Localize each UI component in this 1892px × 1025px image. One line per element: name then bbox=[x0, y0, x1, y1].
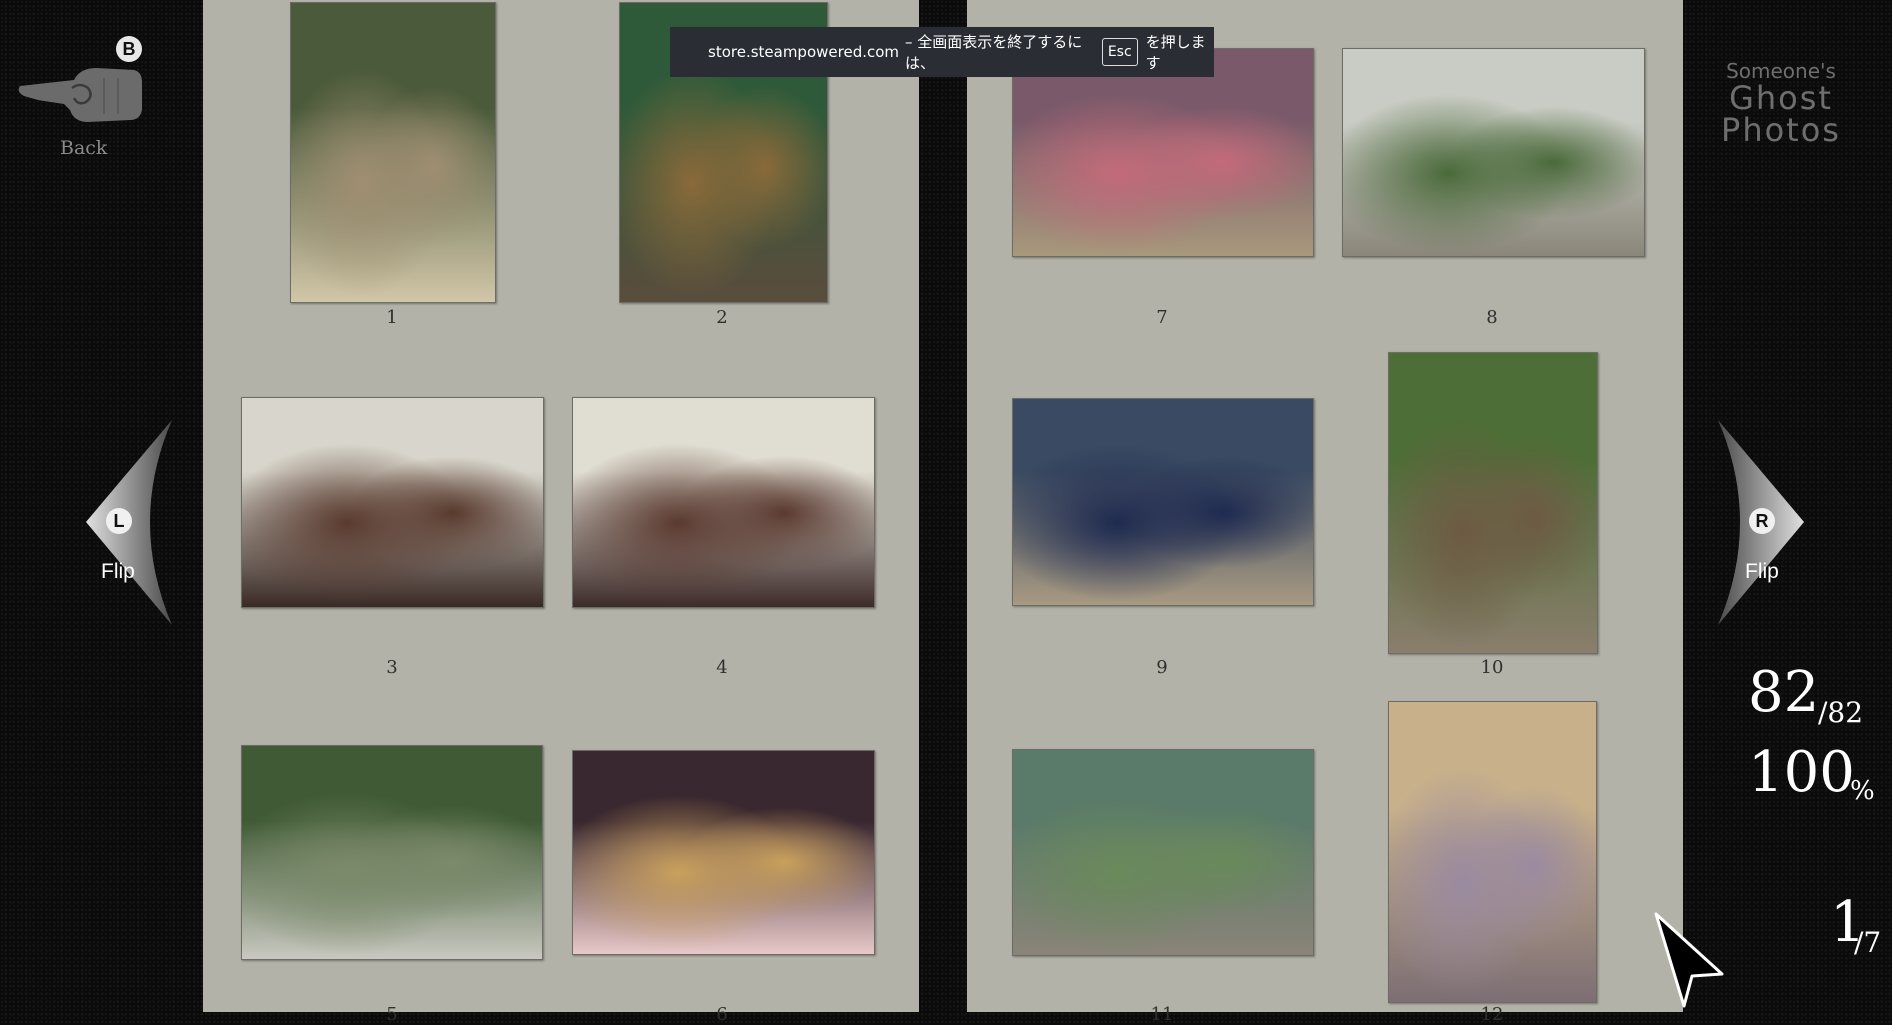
photo-9[interactable] bbox=[1012, 398, 1314, 606]
percent-sign: % bbox=[1850, 776, 1875, 806]
photo-number-5: 5 bbox=[386, 1004, 398, 1025]
photo-number-4: 4 bbox=[716, 657, 728, 678]
toast-after-key: を押します bbox=[1145, 33, 1206, 72]
toast-before-key: – 全画面表示を終了するには、 bbox=[905, 33, 1083, 72]
flip-right-label: Flip bbox=[1745, 560, 1779, 583]
photo-12[interactable] bbox=[1388, 701, 1597, 1003]
percent-value: 100 bbox=[1748, 740, 1855, 805]
r-button-badge: R bbox=[1749, 508, 1775, 534]
album-page-right: 7 8 9 10 11 12 bbox=[967, 0, 1683, 1025]
page-total: /7 bbox=[1854, 926, 1882, 959]
photo-6[interactable] bbox=[572, 750, 875, 955]
flip-left-label: Flip bbox=[101, 560, 135, 583]
logo-line-2: Ghost bbox=[1729, 79, 1833, 117]
photo-count-value: 82 bbox=[1748, 660, 1820, 725]
back-button[interactable]: B Back bbox=[16, 36, 146, 166]
photo-number-9: 9 bbox=[1156, 657, 1168, 678]
logo-line-3: Photos bbox=[1721, 111, 1841, 149]
photo-4[interactable] bbox=[572, 397, 875, 608]
photo-number-1: 1 bbox=[386, 307, 398, 328]
game-logo: Someone's Ghost Photos bbox=[1706, 60, 1856, 146]
fullscreen-exit-notice: store.steampowered.com – 全画面表示を終了するには、 E… bbox=[670, 27, 1214, 77]
cursor-icon bbox=[1654, 912, 1724, 1008]
photo-number-6: 6 bbox=[716, 1004, 728, 1025]
photo-count-total: /82 bbox=[1818, 696, 1864, 729]
photo-number-3: 3 bbox=[386, 657, 398, 678]
photo-number-2: 2 bbox=[716, 307, 728, 328]
photo-5[interactable] bbox=[241, 745, 543, 960]
photo-3[interactable] bbox=[241, 397, 544, 608]
photo-number-11: 11 bbox=[1150, 1004, 1174, 1025]
photo-1[interactable] bbox=[290, 2, 496, 303]
album-page-left: 1 2 3 4 5 6 bbox=[203, 0, 919, 1025]
photo-11[interactable] bbox=[1012, 749, 1314, 956]
flip-left-button[interactable]: L Flip bbox=[86, 420, 176, 625]
back-label: Back bbox=[60, 137, 108, 159]
photo-number-12: 12 bbox=[1480, 1004, 1504, 1025]
flip-right-button[interactable]: R Flip bbox=[1714, 420, 1804, 625]
photo-10[interactable] bbox=[1388, 352, 1598, 654]
photo-8[interactable] bbox=[1342, 48, 1645, 257]
esc-key: Esc bbox=[1101, 38, 1138, 66]
b-button-badge: B bbox=[116, 36, 142, 62]
photo-7[interactable] bbox=[1012, 48, 1314, 257]
photo-number-7: 7 bbox=[1156, 307, 1168, 328]
photo-number-10: 10 bbox=[1480, 657, 1504, 678]
photo-number-8: 8 bbox=[1486, 307, 1498, 328]
l-button-badge: L bbox=[106, 508, 132, 534]
toast-site: store.steampowered.com bbox=[708, 43, 900, 61]
